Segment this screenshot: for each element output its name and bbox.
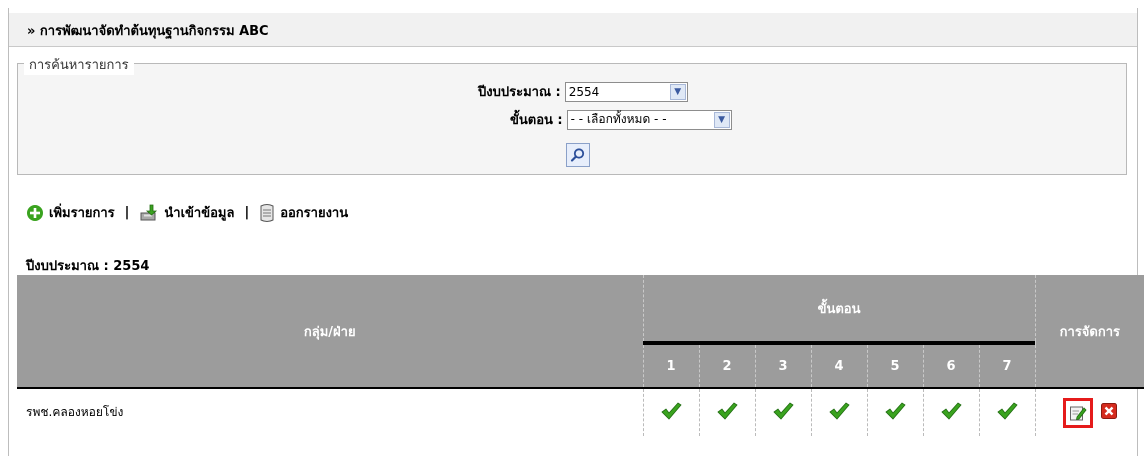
manage-cell [1034,387,1145,436]
delete-icon [1100,403,1117,419]
search-legend: การค้นหารายการ [24,54,134,75]
check-icon [828,401,850,424]
chevron-down-icon: ▼ [713,111,730,128]
edit-icon [1069,406,1087,420]
column-header-group: กลุ่ม/ฝ่าย [17,275,643,388]
check-icon [884,401,906,424]
fiscal-year-label: ปีงบประมาณ : [478,85,561,100]
fiscal-year-select[interactable]: 2554 ▼ [564,81,688,102]
edit-button[interactable] [1062,397,1093,428]
plus-circle-icon [27,204,43,221]
export-report-button[interactable]: ออกรายงาน [259,202,348,223]
add-item-button[interactable]: เพิ่มรายการ [26,202,115,223]
step-status-cell [754,387,811,436]
column-header-manage: การจัดการ [1034,275,1145,388]
table-row: รพช.คลองหอยโข่ง [17,387,1145,436]
step-label: ขั้นตอน : [510,113,563,128]
fiscal-year-value: 2554 [568,84,600,99]
report-icon [260,203,274,222]
step-number-header: 3 [754,345,811,388]
step-status-cell [642,387,699,436]
search-icon [570,148,585,162]
check-icon [716,401,738,424]
check-icon [996,401,1018,424]
search-button[interactable] [566,143,590,167]
step-status-cell [698,387,755,436]
step-number-header: 5 [866,345,923,388]
export-report-label: ออกรายงาน [280,206,349,221]
step-row: ขั้นตอน : - - เลือกทั้งหมด - - ▼ [510,109,732,130]
fiscal-year-heading: ปีงบประมาณ : 2554 [26,259,150,274]
page-title: » การพัฒนาจัดทำต้นทุนฐานกิจกรรม ABC [9,13,1137,47]
chevron-down-icon: ▼ [669,83,686,100]
toolbar: เพิ่มรายการ | นำเข้าข้อมูล | ออกรายงาน [26,202,348,223]
check-icon [660,401,682,424]
fiscal-year-row: ปีงบประมาณ : 2554 ▼ [478,81,688,102]
step-number-header: 6 [922,345,979,388]
step-number-header: 4 [810,345,867,388]
toolbar-separator: | [124,205,130,220]
step-number-header: 2 [698,345,755,388]
group-name-cell: รพช.คลองหอยโข่ง [17,387,643,436]
step-status-cell [866,387,923,436]
check-icon [940,401,962,424]
toolbar-separator: | [244,205,250,220]
add-item-label: เพิ่มรายการ [49,206,115,221]
step-number-header: 1 [642,345,699,388]
import-icon [140,204,158,220]
check-icon [772,401,794,424]
import-data-button[interactable]: นำเข้าข้อมูล [139,202,234,223]
step-status-cell [810,387,867,436]
step-value: - - เลือกทั้งหมด - - [570,112,667,126]
step-status-cell [978,387,1036,436]
column-header-steps: ขั้นตอน [642,275,1036,341]
step-select[interactable]: - - เลือกทั้งหมด - - ▼ [566,109,732,130]
step-status-cell [922,387,979,436]
delete-button[interactable] [1100,403,1117,422]
step-number-header: 7 [978,345,1036,388]
activity-table: กลุ่ม/ฝ่าย ขั้นตอน การจัดการ 1234567 รพช… [17,275,1145,436]
manage-actions [1037,397,1144,428]
import-data-label: นำเข้าข้อมูล [164,206,235,221]
